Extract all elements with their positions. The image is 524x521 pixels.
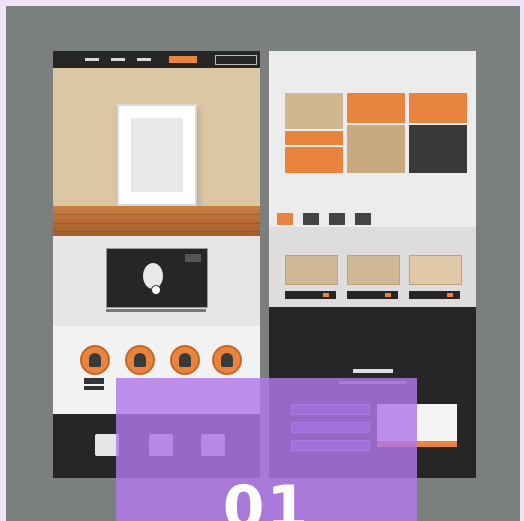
person-avatar-icon[interactable] [125,345,155,375]
contact-heading [353,369,393,373]
tv-screen[interactable] [106,248,208,308]
category-icon[interactable] [277,213,293,225]
floor-plank-line [53,214,260,215]
person-avatar-icon[interactable] [80,345,110,375]
avatar-role-label [84,386,104,390]
feature-tile[interactable] [285,93,343,129]
floor-plank-line [53,231,260,232]
tile-grid-section [269,51,476,211]
feature-tile[interactable] [285,147,343,173]
nav-item[interactable] [85,58,99,61]
category-tabs [269,211,476,227]
person-silhouette [89,353,101,367]
feature-tile-image[interactable] [409,125,467,173]
top-navigation-bar [53,51,260,68]
product-card-image[interactable] [285,255,338,285]
person-silhouette [179,353,191,367]
step-number: 01 [222,473,311,521]
preview-canvas: 01 [6,6,520,521]
person-silhouette [221,353,233,367]
nav-search-box[interactable] [215,55,257,65]
product-card-bar [285,291,336,299]
step-overlay: 01 [116,378,417,521]
picture-frame [117,104,197,206]
category-icon[interactable] [329,213,345,225]
hero-wall [53,68,260,206]
product-price-tag [323,293,329,297]
product-price-tag [385,293,391,297]
category-icon[interactable] [303,213,319,225]
category-icon[interactable] [355,213,371,225]
picture-frame-mat [131,118,183,192]
product-price-tag [447,293,453,297]
product-card-bar [409,291,460,299]
feature-tile[interactable] [409,93,467,123]
avatar-name-label [84,378,104,384]
person-avatar-icon[interactable] [212,345,242,375]
nav-item[interactable] [137,58,151,61]
tv-stand [106,309,206,312]
tv-indicator-icon [151,285,161,295]
tv-section [53,236,260,326]
person-silhouette [134,353,146,367]
feature-tile-image[interactable] [347,125,405,173]
hero-wood-floor [53,206,260,236]
floor-plank-line [53,223,260,224]
person-avatar-icon[interactable] [170,345,200,375]
product-card-image[interactable] [409,255,462,285]
nav-item[interactable] [111,58,125,61]
product-card-image[interactable] [347,255,400,285]
tv-logo [185,254,201,262]
feature-tile[interactable] [347,93,405,123]
product-card-bar [347,291,398,299]
feature-tile-caption [285,131,343,145]
nav-highlight-button[interactable] [169,56,197,63]
